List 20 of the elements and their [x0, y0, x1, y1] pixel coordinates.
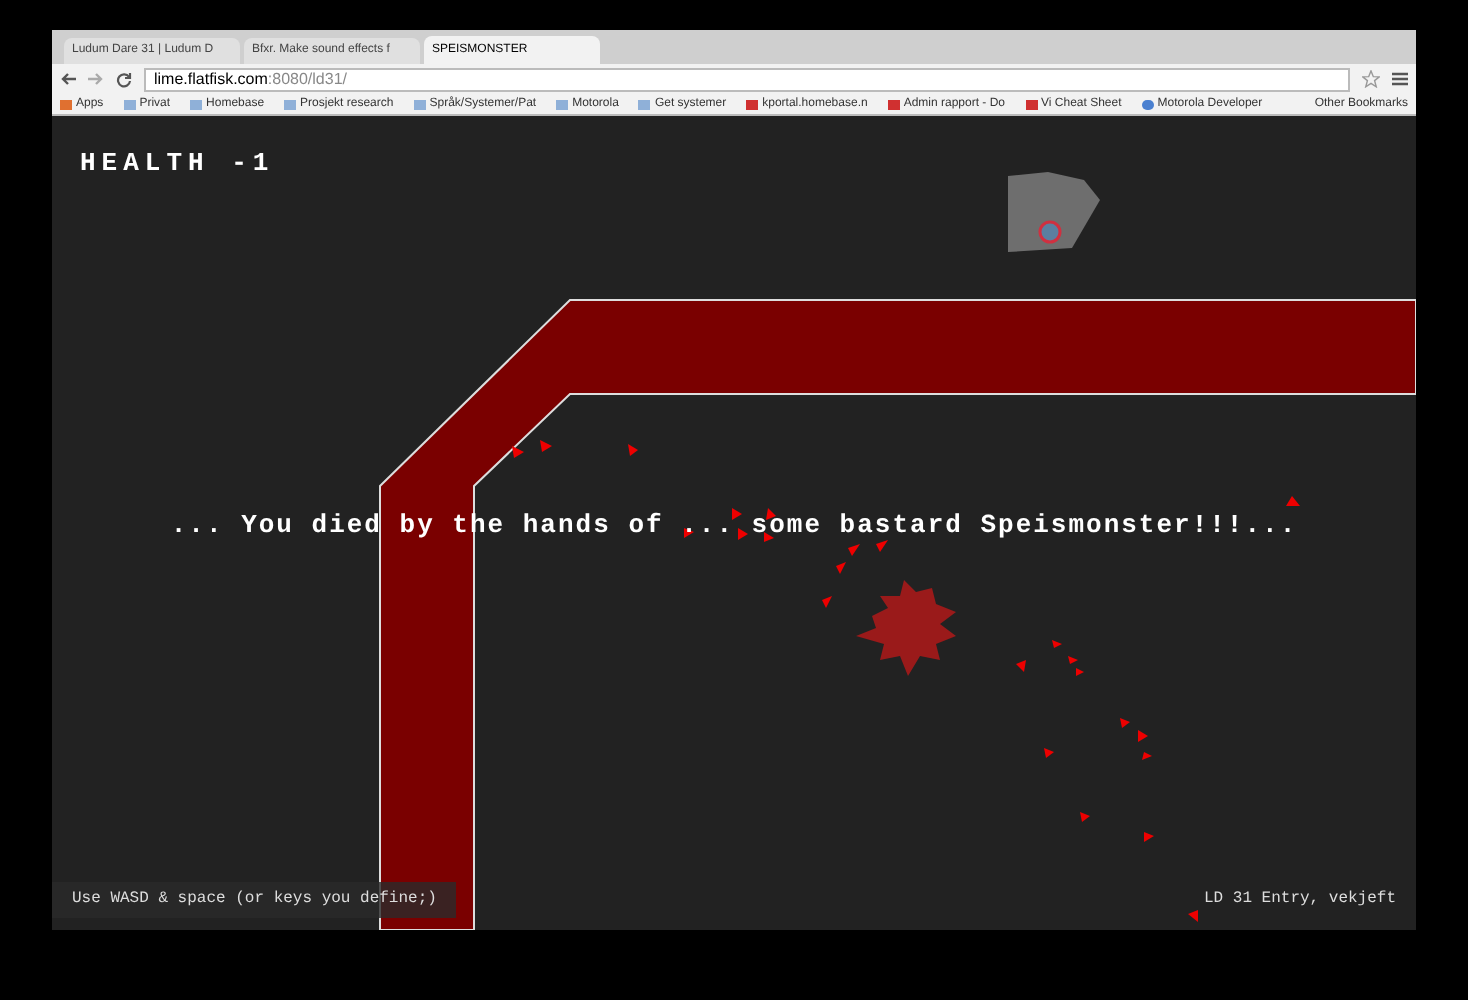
site-icon — [1025, 99, 1038, 109]
site-icon — [746, 99, 759, 109]
site-icon — [887, 99, 900, 109]
spaceship-drawing — [1008, 172, 1100, 252]
health-label: HEALTH -1 — [80, 146, 275, 182]
reload-icon[interactable] — [116, 71, 132, 87]
explosion-drawing — [856, 580, 956, 676]
controls-hint: Use WASD & space (or keys you define;) — [52, 882, 457, 918]
folder-icon — [190, 99, 203, 109]
star-icon[interactable] — [1362, 70, 1380, 88]
credit-label: LD 31 Entry, vekjeft — [1203, 888, 1396, 912]
player-icon — [1038, 220, 1062, 244]
folder-icon — [123, 99, 136, 109]
menu-icon[interactable] — [1392, 72, 1408, 86]
address-field[interactable]: lime.flatfisk.com:8080/ld31/ — [144, 67, 1350, 91]
folder-icon — [413, 99, 426, 109]
folder-icon — [284, 99, 297, 109]
back-icon[interactable] — [60, 72, 76, 86]
folder-icon — [556, 99, 569, 109]
folder-icon — [638, 99, 651, 109]
